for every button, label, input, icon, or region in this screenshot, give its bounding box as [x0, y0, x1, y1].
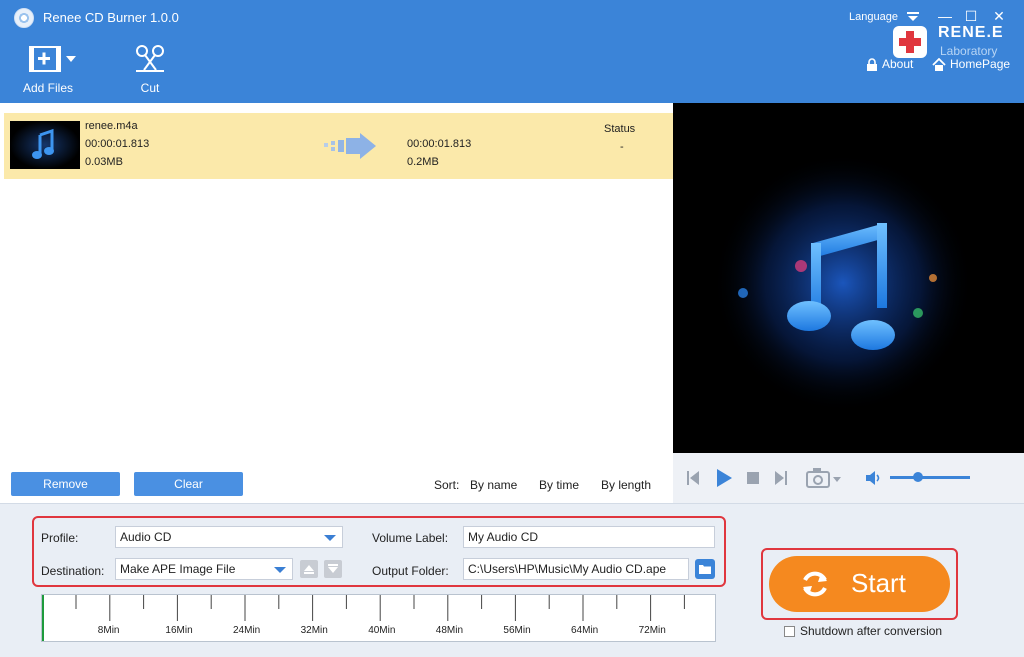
refresh-icon [803, 571, 827, 597]
title-bar: Renee CD Burner 1.0.0 Language — ☐ ✕ Add… [0, 0, 1024, 103]
brand-logo-icon [893, 26, 927, 58]
output-folder-input[interactable]: C:\Users\HP\Music\My Audio CD.ape [463, 558, 689, 580]
status-header: Status [604, 123, 636, 135]
previous-icon[interactable] [686, 470, 700, 486]
timeline-tick-label: 40Min [368, 625, 396, 636]
destination-value: Make APE Image File [120, 562, 236, 576]
timeline-tick-label: 64Min [571, 625, 599, 636]
player-controls [673, 453, 1024, 503]
sort-by-name[interactable]: By name [470, 478, 517, 492]
profile-dropdown-icon [324, 535, 336, 541]
browse-folder-button[interactable] [695, 559, 715, 579]
profile-value: Audio CD [120, 530, 172, 544]
timeline-tick-label: 56Min [503, 625, 531, 636]
file-name: renee.m4a [85, 120, 138, 132]
volume-label-input[interactable]: My Audio CD [463, 526, 715, 548]
destination-label: Destination: [41, 564, 105, 578]
start-highlight: Start [761, 548, 958, 620]
destination-dropdown-icon [274, 567, 286, 573]
timeline-tick-label: 24Min [233, 625, 261, 636]
sort-by-length[interactable]: By length [601, 478, 651, 492]
volume-knob[interactable] [913, 472, 923, 482]
status-value: - [620, 141, 624, 153]
volume-icon[interactable] [865, 470, 883, 486]
stop-icon[interactable] [747, 472, 759, 484]
timeline-tick-label: 16Min [165, 625, 193, 636]
list-toolbar: Remove Clear Sort: By name By time By le… [0, 466, 672, 503]
timeline-tick-label: 48Min [435, 625, 464, 636]
arrow-down-icon [328, 564, 338, 573]
maximize-button[interactable]: ☐ [962, 7, 980, 25]
folder-icon [699, 565, 711, 574]
move-down-button[interactable] [324, 560, 342, 578]
preview-pane [673, 103, 1024, 453]
brand-subtitle: Laboratory [940, 44, 998, 58]
file-row[interactable]: renee.m4a 00:00:01.813 0.03MB 00:00:01.8… [4, 113, 674, 179]
add-files-label: Add Files [22, 81, 74, 95]
add-files-button[interactable]: Add Files [20, 44, 76, 95]
convert-arrow-icon [324, 133, 376, 159]
volume-label-label: Volume Label: [372, 531, 449, 545]
file-source-duration: 00:00:01.813 [85, 138, 150, 150]
file-list[interactable]: renee.m4a 00:00:01.813 0.03MB 00:00:01.8… [2, 103, 674, 503]
profile-label: Profile: [41, 531, 79, 545]
homepage-link[interactable]: HomePage [932, 57, 1010, 71]
sort-label: Sort: [434, 478, 460, 492]
shutdown-label: Shutdown after conversion [800, 624, 943, 638]
output-folder-label: Output Folder: [372, 564, 449, 578]
music-note-icon [713, 153, 973, 413]
brand-name: RENE.E [938, 24, 1004, 41]
about-label: About [882, 57, 914, 71]
cut-label: Cut [140, 81, 160, 95]
home-icon [932, 57, 946, 71]
language-caret-icon[interactable] [906, 12, 920, 22]
settings-panel: Profile: Audio CD Destination: Make APE … [0, 503, 1024, 657]
homepage-label: HomePage [950, 57, 1011, 71]
remove-button[interactable]: Remove [11, 472, 120, 496]
profile-select[interactable]: Audio CD [115, 526, 343, 548]
file-output-size: 0.2MB [407, 156, 439, 168]
timeline-tick-label: 32Min [300, 625, 328, 636]
start-button[interactable]: Start [769, 556, 950, 612]
file-output-duration: 00:00:01.813 [407, 138, 472, 150]
timeline-tick-label: 8Min [97, 625, 120, 636]
shutdown-checkbox[interactable] [784, 625, 795, 637]
capacity-timeline: 8Min 16Min 24Min 32Min 40Min 48Min 56Min 64Min 7… [41, 594, 716, 642]
about-link[interactable]: About [866, 57, 913, 71]
scissors-icon [136, 45, 164, 72]
next-icon[interactable] [774, 470, 788, 486]
language-menu[interactable]: Language [849, 11, 898, 23]
timeline-tick-label: 72Min [638, 625, 666, 636]
lock-icon [867, 57, 877, 71]
file-thumbnail [10, 121, 80, 169]
play-icon[interactable] [715, 468, 733, 488]
film-add-icon [29, 46, 76, 72]
app-title: Renee CD Burner 1.0.0 [43, 10, 179, 25]
destination-select[interactable]: Make APE Image File [115, 558, 293, 580]
clear-button[interactable]: Clear [134, 472, 243, 496]
arrow-up-icon [304, 565, 314, 574]
snapshot-camera-icon[interactable] [806, 467, 842, 489]
start-label: Start [851, 568, 906, 598]
volume-slider[interactable] [890, 472, 970, 482]
close-button[interactable]: ✕ [990, 7, 1008, 25]
cut-button[interactable]: Cut [132, 44, 168, 95]
app-logo-icon [14, 8, 34, 28]
file-source-size: 0.03MB [85, 156, 123, 168]
minimize-button[interactable]: — [936, 7, 954, 25]
move-up-button[interactable] [300, 560, 318, 578]
sort-by-time[interactable]: By time [539, 478, 579, 492]
shutdown-option[interactable]: Shutdown after conversion [784, 624, 942, 638]
